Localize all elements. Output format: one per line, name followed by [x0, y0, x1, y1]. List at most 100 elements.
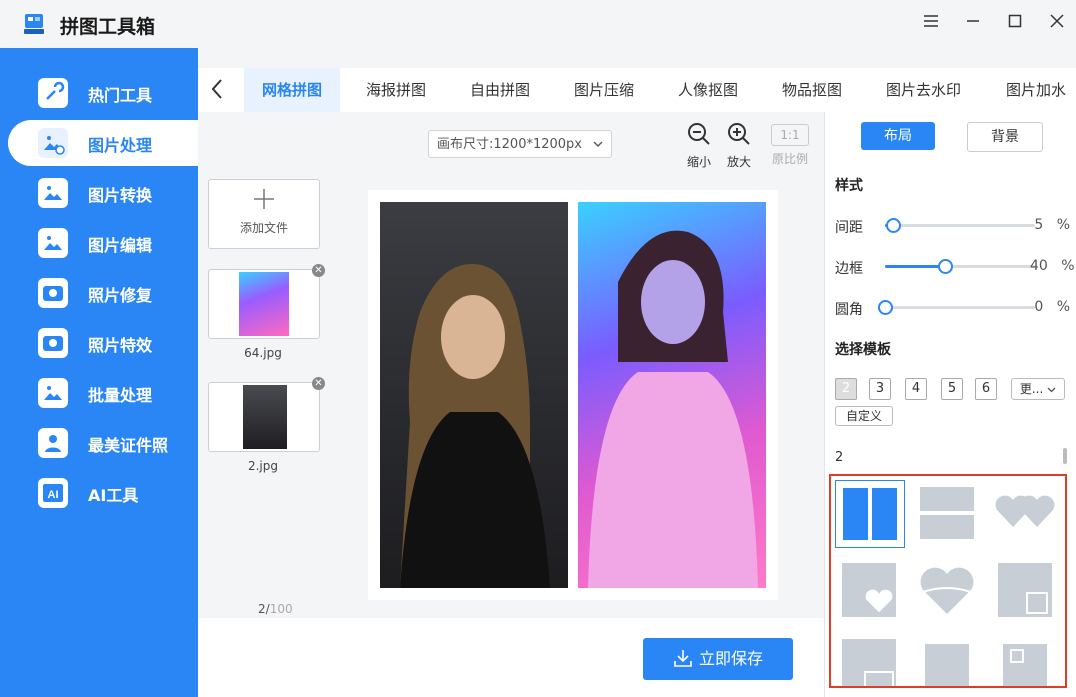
chevron-down-icon — [593, 141, 603, 147]
tab-add-watermark[interactable]: 图片加水 — [1006, 68, 1066, 112]
sidebar-item-label: 图片编辑 — [88, 236, 153, 255]
slider-knob[interactable] — [938, 259, 953, 274]
maximize-icon[interactable] — [1004, 12, 1026, 34]
tools-icon — [38, 78, 68, 108]
photo-effect-icon — [38, 328, 68, 358]
app-title: 拼图工具箱 — [60, 16, 156, 38]
tab-grid-collage[interactable]: 网格拼图 — [244, 68, 341, 112]
tab-background[interactable]: 背景 — [967, 122, 1043, 152]
back-arrow-icon[interactable] — [210, 78, 224, 106]
sidebar-item-photo-effect[interactable]: 照片特效 — [8, 320, 198, 366]
sidebar-item-photo-repair[interactable]: 照片修复 — [8, 270, 198, 316]
image-edit-icon — [38, 228, 68, 258]
template-two-rows[interactable] — [913, 480, 981, 546]
tab-free-collage[interactable]: 自由拼图 — [470, 68, 530, 112]
add-file-label: 添加文件 — [239, 221, 288, 235]
save-now-button[interactable]: 立即保存 — [643, 638, 793, 680]
hamburger-icon[interactable] — [920, 12, 942, 34]
count-option-6[interactable]: 6 — [975, 378, 997, 400]
slider-unit: % — [1061, 258, 1075, 274]
sidebar-item-hot-tools[interactable]: 热门工具 — [8, 70, 198, 116]
spacing-slider[interactable]: 间距 5 % — [835, 215, 1070, 236]
slider-label: 边框 — [835, 261, 863, 277]
slider-knob[interactable] — [878, 300, 893, 315]
slider-value: 5 — [1034, 217, 1044, 233]
file-thumbnail[interactable]: ✕ — [208, 377, 325, 452]
slider-value: 40 — [1030, 258, 1048, 274]
sidebar-item-label: 最美证件照 — [88, 436, 169, 455]
tab-remove-watermark[interactable]: 图片去水印 — [886, 68, 961, 112]
sidebar-item-label: 照片修复 — [88, 286, 153, 305]
app-logo-icon — [24, 14, 44, 34]
tab-portrait-cutout[interactable]: 人像抠图 — [678, 68, 738, 112]
template-square-inset[interactable] — [991, 556, 1059, 622]
download-icon — [674, 650, 692, 667]
scrollbar[interactable] — [1063, 448, 1067, 464]
title-bar: 拼图工具箱 — [0, 0, 1076, 48]
custom-button[interactable]: 自定义 — [835, 406, 893, 426]
slider-value: 0 — [1034, 299, 1044, 315]
collage-canvas[interactable] — [368, 190, 778, 600]
template-two-columns[interactable] — [835, 480, 905, 548]
count-option-4[interactable]: 4 — [905, 378, 927, 400]
slider-track[interactable] — [878, 300, 1035, 315]
add-file-button[interactable]: 添加文件 — [208, 179, 320, 249]
border-slider[interactable]: 边框 40 % — [835, 256, 1075, 277]
sidebar-item-label: 热门工具 — [88, 86, 153, 105]
canvas-size-select[interactable]: 画布尺寸:1200*1200px — [428, 130, 612, 158]
sidebar-item-batch[interactable]: 批量处理 — [8, 370, 198, 416]
template-heart-inset[interactable] — [835, 556, 903, 622]
count-option-5[interactable]: 5 — [941, 378, 963, 400]
image-convert-icon — [38, 178, 68, 208]
sidebar-item-label: 照片特效 — [88, 336, 153, 355]
sidebar-item-image-process[interactable]: 图片处理 — [8, 120, 198, 166]
close-icon[interactable] — [1046, 12, 1068, 34]
zoom-out-icon — [679, 122, 719, 153]
original-ratio-button[interactable]: 1:1 原比例 — [770, 124, 810, 167]
file-thumbnail[interactable]: ✕ — [208, 264, 325, 339]
corner-radius-slider[interactable]: 圆角 0 % — [835, 297, 1070, 318]
image-process-icon — [38, 128, 68, 158]
ratio-box: 1:1 — [771, 124, 809, 146]
sidebar: 热门工具 图片处理 图片转换 图片编辑 照片修复 照片特效 批量处理 最美证件照… — [0, 48, 198, 697]
count-option-3[interactable]: 3 — [869, 378, 891, 400]
chevron-down-icon — [1047, 387, 1056, 393]
remove-file-icon[interactable]: ✕ — [312, 264, 325, 277]
tab-object-cutout[interactable]: 物品抠图 — [782, 68, 842, 112]
slider-track[interactable] — [885, 259, 1035, 274]
save-now-label: 立即保存 — [698, 649, 763, 668]
slider-unit: % — [1056, 299, 1070, 315]
more-label: 更... — [1019, 382, 1044, 396]
sidebar-item-label: 图片转换 — [88, 186, 153, 205]
more-select[interactable]: 更... — [1011, 378, 1065, 400]
thumbnail-image — [239, 272, 289, 336]
template-small-inset[interactable] — [991, 632, 1059, 686]
file-count: 2/100 — [258, 602, 293, 616]
template-bottom-inset[interactable] — [835, 632, 903, 686]
sidebar-item-ai[interactable]: AI AI工具 — [8, 470, 198, 516]
tab-image-compress[interactable]: 图片压缩 — [574, 68, 634, 112]
count-option-2[interactable]: 2 — [835, 378, 857, 400]
zoom-in-button[interactable]: 放大 — [719, 122, 759, 170]
slider-track[interactable] — [885, 218, 1035, 233]
minimize-icon[interactable] — [962, 12, 984, 34]
thumbnail-image — [243, 385, 287, 449]
batch-icon — [38, 378, 68, 408]
zoom-out-button[interactable]: 缩小 — [679, 122, 719, 170]
template-two-hearts[interactable] — [991, 480, 1059, 546]
zoom-out-label: 缩小 — [686, 155, 711, 169]
slider-knob[interactable] — [886, 218, 901, 233]
template-heart-split[interactable] — [913, 556, 981, 622]
zoom-in-icon — [719, 122, 759, 153]
tab-layout[interactable]: 布局 — [861, 122, 935, 150]
template-center-square[interactable] — [913, 632, 981, 686]
template-grid — [829, 474, 1067, 688]
remove-file-icon[interactable]: ✕ — [312, 377, 325, 390]
sidebar-item-image-convert[interactable]: 图片转换 — [8, 170, 198, 216]
collage-photo-right[interactable] — [578, 202, 766, 588]
tab-poster-collage[interactable]: 海报拼图 — [366, 68, 426, 112]
sidebar-item-image-edit[interactable]: 图片编辑 — [8, 220, 198, 266]
collage-photo-left[interactable] — [380, 202, 568, 588]
sidebar-item-id-photo[interactable]: 最美证件照 — [8, 420, 198, 466]
tab-bar: 网格拼图 海报拼图 自由拼图 图片压缩 人像抠图 物品抠图 图片去水印 图片加水 — [198, 68, 1076, 112]
